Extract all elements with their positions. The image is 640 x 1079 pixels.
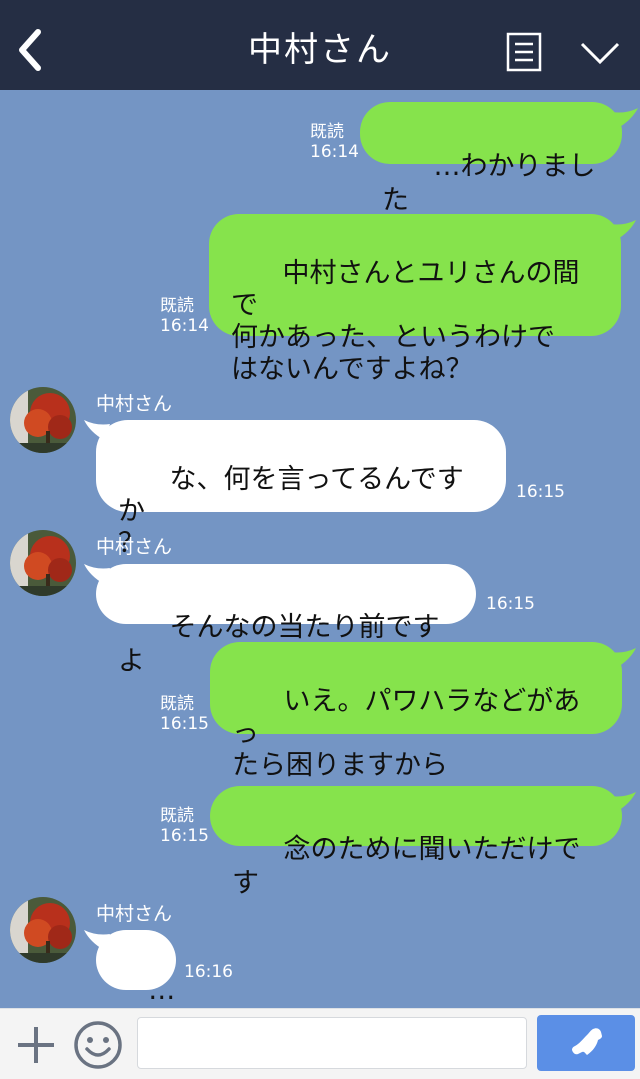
read-receipt: 既読: [160, 806, 194, 826]
message-meta: 既読 16:15: [160, 806, 209, 846]
collapse-button[interactable]: [578, 38, 622, 68]
message-text: 念のために聞いただけです: [232, 834, 581, 899]
bubble-tail: [612, 108, 638, 128]
sender-name: 中村さん: [96, 536, 173, 558]
bubble-tail: [610, 792, 636, 812]
message-time: 16:15: [486, 594, 535, 614]
chat-title: 中村さん: [248, 30, 392, 70]
chat-header: 中村さん: [0, 0, 640, 90]
avatar-autumn-tree-icon: [10, 530, 76, 596]
message-text: …わかりました: [382, 151, 596, 216]
message-meta: 既読 16:14: [160, 296, 209, 336]
chevron-down-icon: [580, 42, 620, 65]
message-text: いえ。パワハラなどがあっ たら困りますから: [232, 686, 581, 781]
message-bubble[interactable]: いえ。パワハラなどがあっ たら困りますから: [210, 642, 622, 781]
avatar[interactable]: [10, 897, 76, 963]
avatar[interactable]: [10, 387, 76, 453]
avatar-autumn-tree-icon: [10, 897, 76, 963]
read-receipt: 既読: [310, 122, 344, 142]
message-time: 16:16: [184, 962, 233, 982]
message-text: 中村さんとユリさんの間で 何かあった、というわけで はないんですよね？: [231, 258, 580, 385]
read-receipt: 既読: [160, 694, 194, 714]
message-time: 16:14: [310, 142, 359, 162]
add-button[interactable]: [14, 1023, 58, 1067]
message-meta: 既読 16:14: [310, 122, 359, 162]
message-time: 16:15: [160, 714, 209, 734]
phone-icon: [572, 1028, 602, 1055]
plus-icon: [18, 1027, 54, 1063]
message-time: 16:15: [516, 482, 565, 502]
message-meta: 既読 16:15: [160, 694, 209, 734]
message-bubble[interactable]: 中村さんとユリさんの間で 何かあった、というわけで はないんですよね？: [209, 214, 621, 385]
message-bubble[interactable]: な、何を言ってるんですか ？: [96, 420, 506, 559]
message-bubble[interactable]: 念のために聞いただけです: [210, 786, 622, 899]
message-time: 16:14: [160, 316, 209, 336]
input-bar: [0, 1008, 640, 1079]
emoji-button[interactable]: [72, 1019, 124, 1071]
message-bubble[interactable]: そんなの当たり前ですよ: [96, 564, 476, 677]
bubble-tail: [610, 220, 636, 240]
avatar[interactable]: [10, 530, 76, 596]
message-bubble[interactable]: …: [96, 930, 176, 1006]
message-bubble[interactable]: …わかりました: [360, 102, 622, 216]
call-button[interactable]: [537, 1015, 635, 1071]
menu-list-icon: [506, 32, 542, 72]
smile-icon: [74, 1021, 122, 1069]
read-receipt: 既読: [160, 296, 194, 316]
bubble-tail: [610, 648, 636, 668]
chat-area[interactable]: 既読 16:14 …わかりました 既読 16:14 中村さんとユリさんの間で 何…: [0, 90, 640, 1008]
sender-name: 中村さん: [96, 393, 173, 415]
sender-name: 中村さん: [96, 903, 173, 925]
message-text: …: [148, 975, 176, 1006]
message-input[interactable]: [137, 1017, 527, 1069]
avatar-autumn-tree-icon: [10, 387, 76, 453]
message-time: 16:15: [160, 826, 209, 846]
menu-button[interactable]: [506, 32, 542, 72]
